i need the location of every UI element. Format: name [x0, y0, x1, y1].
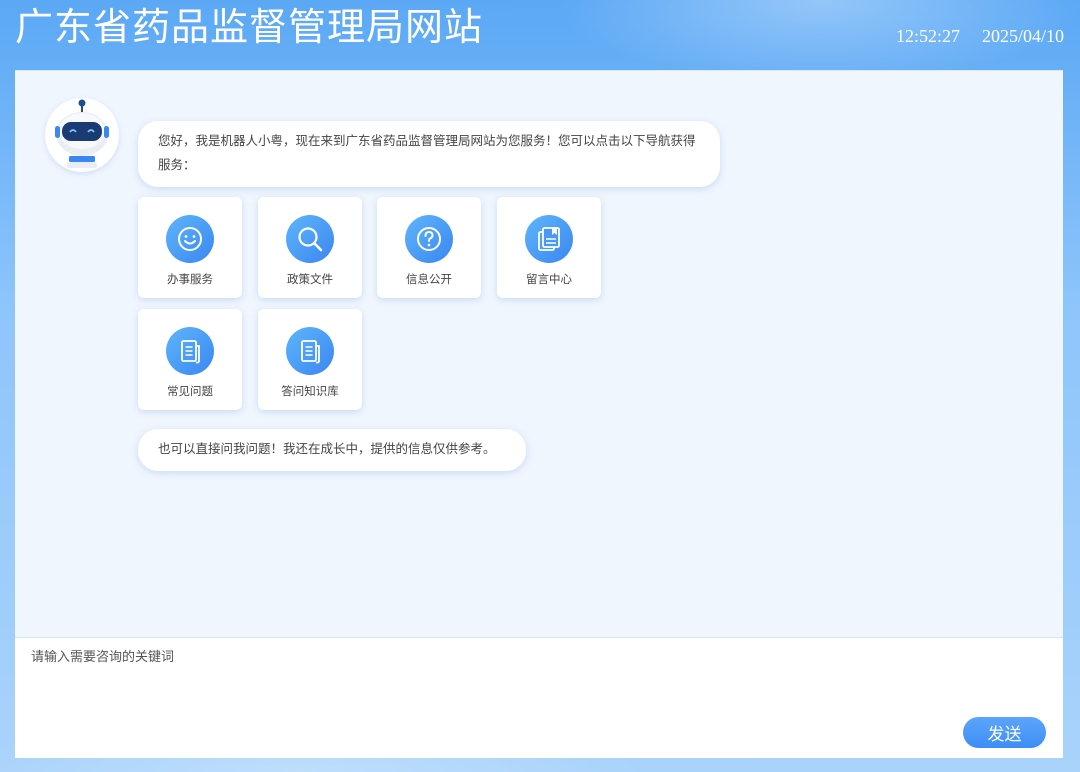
nav-icon-circle [166, 215, 214, 263]
nav-label-policy: 政策文件 [287, 272, 333, 286]
question-input[interactable] [31, 646, 1041, 710]
nav-card-knowledge-base[interactable]: 答问知识库 [258, 309, 362, 410]
nav-icon-circle [166, 327, 214, 375]
welcome-message-text: 您好，我是机器人小粤，现在来到广东省药品监督管理局网站为您服务！您可以点击以下导… [158, 133, 696, 172]
nav-icon-circle [525, 215, 573, 263]
nav-icon-circle [405, 215, 453, 263]
document-stack-icon [538, 227, 560, 251]
robot-icon [55, 99, 109, 168]
nav-icon-circle [286, 215, 334, 263]
smile-icon [178, 227, 202, 251]
welcome-message-bubble: 您好，我是机器人小粤，现在来到广东省药品监督管理局网站为您服务！您可以点击以下导… [138, 121, 720, 187]
current-time: 12:52:27 [895, 26, 960, 46]
chat-panel: 您好，我是机器人小粤，现在来到广东省药品监督管理局网站为您服务！您可以点击以下导… [15, 70, 1063, 637]
nav-label-knowledge-base: 答问知识库 [281, 384, 339, 398]
question-icon [417, 227, 441, 251]
input-panel: 发送 [15, 637, 1063, 758]
nav-card-message-center[interactable]: 留言中心 [497, 197, 601, 298]
search-icon [298, 227, 323, 252]
nav-label-service: 办事服务 [167, 272, 213, 286]
nav-card-service[interactable]: 办事服务 [138, 197, 242, 298]
nav-card-disclosure[interactable]: 信息公开 [377, 197, 481, 298]
robot-avatar [45, 98, 119, 172]
nav-label-disclosure: 信息公开 [406, 272, 452, 286]
nav-label-message-center: 留言中心 [526, 272, 572, 286]
tip-message-text: 也可以直接问我问题！我还在成长中，提供的信息仅供参考。 [158, 441, 496, 456]
nav-card-faq[interactable]: 常见问题 [138, 309, 242, 410]
datetime-display: 12:52:27 2025/04/10 [896, 26, 1064, 47]
document-icon [301, 340, 320, 364]
nav-label-faq: 常见问题 [167, 384, 213, 398]
nav-card-policy[interactable]: 政策文件 [258, 197, 362, 298]
nav-icon-circle [286, 327, 334, 375]
tip-message-bubble: 也可以直接问我问题！我还在成长中，提供的信息仅供参考。 [138, 429, 526, 471]
document-icon [181, 340, 200, 364]
current-date: 2025/04/10 [981, 26, 1064, 46]
site-title: 广东省药品监督管理局网站 [15, 5, 484, 49]
send-button[interactable]: 发送 [963, 717, 1046, 748]
